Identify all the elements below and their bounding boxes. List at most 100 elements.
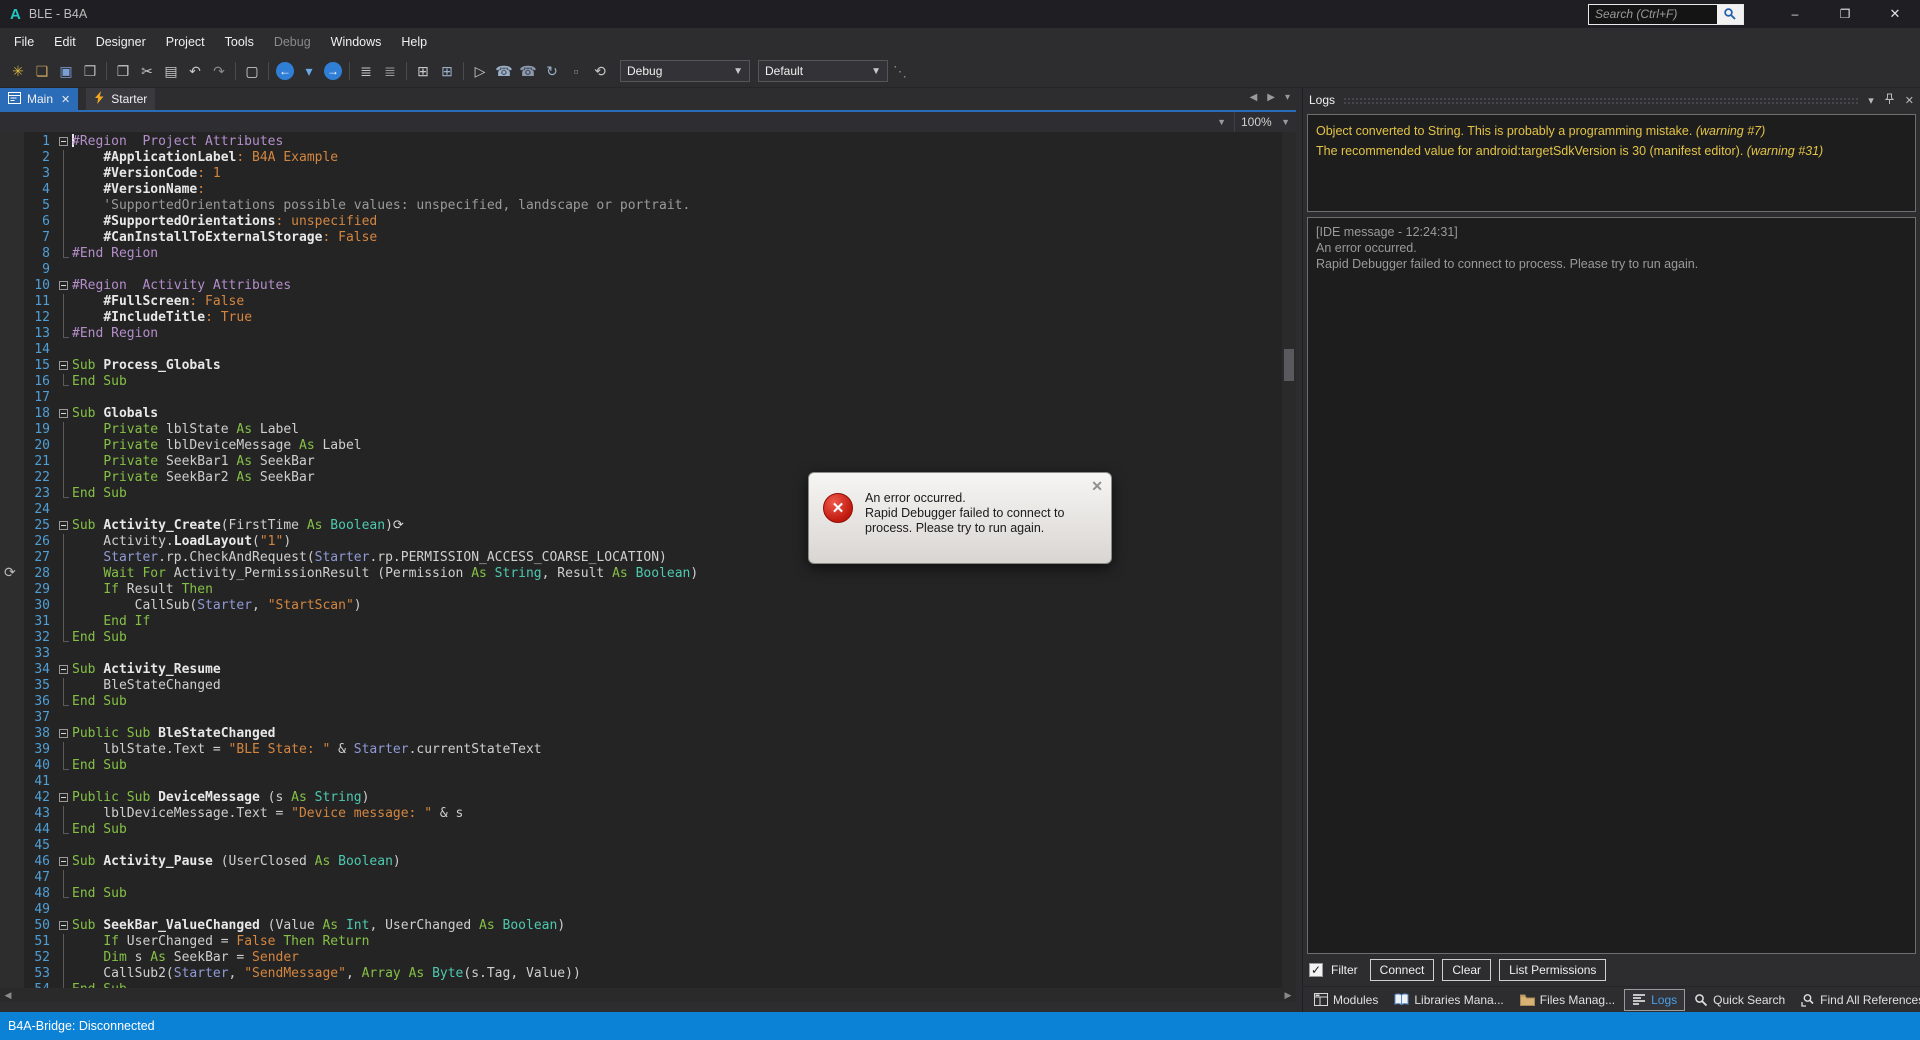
code-line[interactable]: 1#Region Project Attributes bbox=[0, 134, 1282, 150]
line-number[interactable]: 51 bbox=[0, 934, 58, 950]
code-line[interactable]: 38Public Sub BleStateChanged bbox=[0, 726, 1282, 742]
panel-drag-texture[interactable] bbox=[1343, 97, 1860, 105]
code-line[interactable]: 4 #VersionName: bbox=[0, 182, 1282, 198]
line-number[interactable]: 8 bbox=[0, 246, 58, 262]
fold-start-marker[interactable] bbox=[58, 662, 72, 678]
connect-device-icon[interactable]: ☎ bbox=[493, 60, 515, 82]
panel-tab-find-all-references[interactable]: Find All References... bbox=[1794, 990, 1920, 1010]
code-line[interactable]: 36End Sub bbox=[0, 694, 1282, 710]
paste-icon[interactable]: ▤ bbox=[160, 60, 182, 82]
open-project-icon[interactable]: ❏ bbox=[31, 60, 53, 82]
code-line[interactable]: 8#End Region bbox=[0, 246, 1282, 262]
line-number[interactable]: 6 bbox=[0, 214, 58, 230]
line-number[interactable]: 20 bbox=[0, 438, 58, 454]
list-permissions-button[interactable]: List Permissions bbox=[1499, 959, 1606, 981]
fold-start-marker[interactable] bbox=[58, 918, 72, 934]
line-number[interactable]: 46 bbox=[0, 854, 58, 870]
code-line[interactable]: 9 bbox=[0, 262, 1282, 278]
build-configuration-dropdown[interactable]: Debug▼ bbox=[620, 60, 750, 82]
tab-scroll-left-icon[interactable]: ◀ bbox=[1250, 92, 1258, 103]
copy-icon[interactable]: ❐ bbox=[112, 60, 134, 82]
line-number[interactable]: 47 bbox=[0, 870, 58, 886]
code-line[interactable]: 43 lblDeviceMessage.Text = "Device messa… bbox=[0, 806, 1282, 822]
connect-button[interactable]: Connect bbox=[1370, 959, 1435, 981]
code-line[interactable]: 50Sub SeekBar_ValueChanged (Value As Int… bbox=[0, 918, 1282, 934]
code-line[interactable]: 42Public Sub DeviceMessage (s As String) bbox=[0, 790, 1282, 806]
line-number[interactable]: 12 bbox=[0, 310, 58, 326]
code-line[interactable]: 51 If UserChanged = False Then Return bbox=[0, 934, 1282, 950]
designer-icon[interactable]: ⊞ bbox=[412, 60, 434, 82]
designer-grid-icon[interactable]: ⊞ bbox=[436, 60, 458, 82]
member-dropdown[interactable]: ▼ bbox=[0, 112, 1234, 132]
stop-icon[interactable]: ▫ bbox=[565, 60, 587, 82]
panel-tab-modules[interactable]: Modules bbox=[1307, 990, 1385, 1010]
clear-button[interactable]: Clear bbox=[1442, 959, 1491, 981]
code-line[interactable]: 48End Sub bbox=[0, 886, 1282, 902]
horizontal-scrollbar[interactable]: ◀ ▶ bbox=[0, 988, 1296, 1002]
line-number[interactable]: 22 bbox=[0, 470, 58, 486]
close-panel-icon[interactable]: ✕ bbox=[1905, 94, 1914, 107]
zoom-dropdown[interactable]: 100% ▼ bbox=[1234, 112, 1296, 132]
line-number[interactable]: 3 bbox=[0, 166, 58, 182]
navigate-back-icon[interactable]: ← bbox=[276, 62, 294, 80]
fold-start-marker[interactable] bbox=[58, 278, 72, 294]
search-icon[interactable] bbox=[1717, 5, 1743, 24]
line-number[interactable]: 38 bbox=[0, 726, 58, 742]
uncomment-icon[interactable]: ≣ bbox=[379, 60, 401, 82]
layout-variant-dropdown[interactable]: Default▼ bbox=[758, 60, 888, 82]
panel-tab-logs[interactable]: Logs bbox=[1624, 989, 1685, 1011]
line-number[interactable]: 48 bbox=[0, 886, 58, 902]
menu-edit[interactable]: Edit bbox=[44, 30, 86, 54]
line-number[interactable]: 10 bbox=[0, 278, 58, 294]
line-number[interactable]: 53 bbox=[0, 966, 58, 982]
tab-list-icon[interactable]: ▾ bbox=[1285, 92, 1290, 103]
line-number[interactable]: 16 bbox=[0, 374, 58, 390]
line-number[interactable]: 50 bbox=[0, 918, 58, 934]
code-line[interactable]: 2 #ApplicationLabel: B4A Example bbox=[0, 150, 1282, 166]
menu-help[interactable]: Help bbox=[391, 30, 437, 54]
line-number[interactable]: 31 bbox=[0, 614, 58, 630]
code-line[interactable]: 16End Sub bbox=[0, 374, 1282, 390]
pin-icon[interactable] bbox=[1884, 93, 1895, 108]
tab-main[interactable]: Main ✕ bbox=[0, 88, 78, 110]
fold-start-marker[interactable] bbox=[58, 518, 72, 534]
menu-tools[interactable]: Tools bbox=[215, 30, 264, 54]
panel-tab-libraries-mana[interactable]: Libraries Mana... bbox=[1387, 990, 1510, 1010]
code-line[interactable]: 32End Sub bbox=[0, 630, 1282, 646]
code-line[interactable]: 31 End If bbox=[0, 614, 1282, 630]
code-line[interactable]: 15Sub Process_Globals bbox=[0, 358, 1282, 374]
code-line[interactable]: 33 bbox=[0, 646, 1282, 662]
line-number[interactable]: 41 bbox=[0, 774, 58, 790]
tab-scroll-right-icon[interactable]: ▶ bbox=[1267, 92, 1275, 103]
panel-tab-quick-search[interactable]: Quick Search bbox=[1687, 990, 1792, 1010]
messages-log-box[interactable]: [IDE message - 12:24:31]An error occurre… bbox=[1307, 217, 1916, 954]
line-number[interactable]: 19 bbox=[0, 422, 58, 438]
code-line[interactable]: 45 bbox=[0, 838, 1282, 854]
code-line[interactable]: 41 bbox=[0, 774, 1282, 790]
line-number[interactable]: 40 bbox=[0, 758, 58, 774]
line-number[interactable]: 7 bbox=[0, 230, 58, 246]
code-line[interactable]: 35 BleStateChanged bbox=[0, 678, 1282, 694]
refresh-connection-icon[interactable]: ↻ bbox=[541, 60, 563, 82]
filter-checkbox[interactable]: ✓ bbox=[1309, 963, 1323, 977]
line-number[interactable]: 32 bbox=[0, 630, 58, 646]
code-line[interactable]: 19 Private lblState As Label bbox=[0, 422, 1282, 438]
line-number[interactable]: 49 bbox=[0, 902, 58, 918]
fold-start-marker[interactable] bbox=[58, 358, 72, 374]
dialog-close-icon[interactable]: ✕ bbox=[1091, 478, 1103, 495]
line-number[interactable]: 35 bbox=[0, 678, 58, 694]
code-line[interactable]: 29 If Result Then bbox=[0, 582, 1282, 598]
scrollbar-thumb[interactable] bbox=[1284, 349, 1294, 381]
code-line[interactable]: 17 bbox=[0, 390, 1282, 406]
toolbar-overflow-icon[interactable]: ⋱ bbox=[889, 60, 911, 82]
code-line[interactable]: 7 #CanInstallToExternalStorage: False bbox=[0, 230, 1282, 246]
line-number[interactable]: 43 bbox=[0, 806, 58, 822]
code-line[interactable]: 5 'SupportedOrientations possible values… bbox=[0, 198, 1282, 214]
menu-project[interactable]: Project bbox=[156, 30, 215, 54]
code-line[interactable]: 18Sub Globals bbox=[0, 406, 1282, 422]
undo-icon[interactable]: ↶ bbox=[184, 60, 206, 82]
line-number[interactable]: 13 bbox=[0, 326, 58, 342]
code-line[interactable]: 52 Dim s As SeekBar = Sender bbox=[0, 950, 1282, 966]
menu-windows[interactable]: Windows bbox=[321, 30, 392, 54]
line-number[interactable]: 34 bbox=[0, 662, 58, 678]
